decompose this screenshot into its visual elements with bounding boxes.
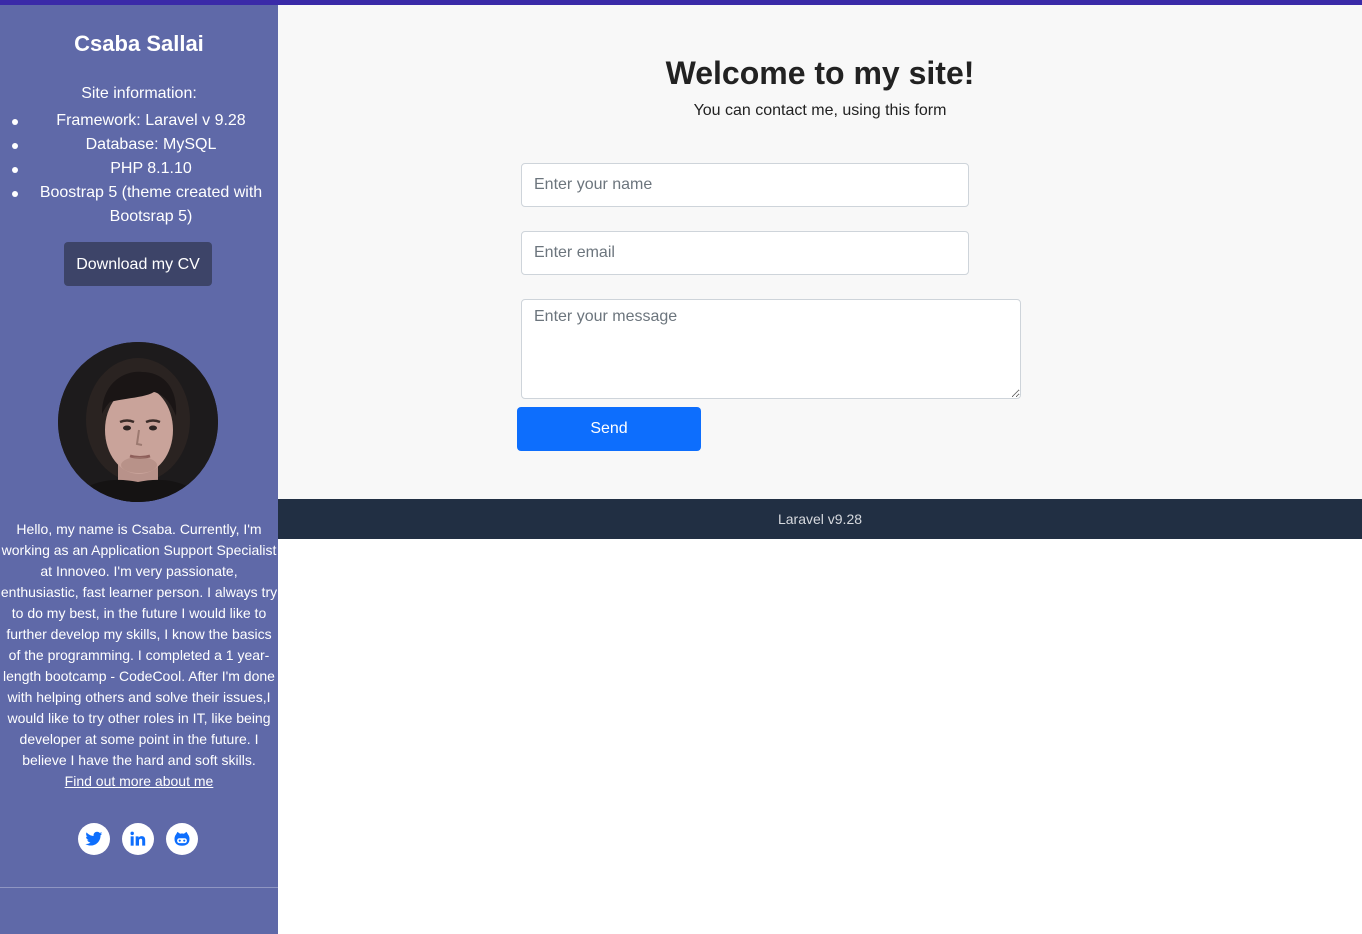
bio-text: Hello, my name is Csaba. Currently, I'm … [0,521,278,768]
send-button[interactable]: Send [517,407,701,451]
linkedin-icon [130,831,146,846]
email-input[interactable] [521,231,969,275]
twitter-icon [85,831,103,846]
site-info-item: Framework: Laravel v 9.28 [0,109,278,133]
page-subtitle: You can contact me, using this form [693,102,947,119]
site-info-item: Boostrap 5 (theme created with Bootsrap … [0,181,278,229]
twitter-link[interactable] [78,823,110,855]
name-input[interactable] [521,163,969,207]
site-info-item: Database: MySQL [0,133,278,157]
download-cv-button[interactable]: Download my CV [64,242,212,286]
sidebar-divider [0,887,278,888]
site-info-item: PHP 8.1.10 [0,157,278,181]
footer: Laravel v9.28 [278,499,1362,539]
profile-photo [58,342,218,502]
avatar [58,342,218,502]
bio-section: Hello, my name is Csaba. Currently, I'm … [0,519,278,792]
site-info-list: Framework: Laravel v 9.28 Database: MySQ… [0,109,278,229]
main-content: Welcome to my site! You can contact me, … [278,5,1362,499]
find-out-more-link[interactable]: Find out more about me [65,773,214,789]
social-links [0,823,278,855]
github-icon [174,831,190,846]
footer-text: Laravel v9.28 [777,511,863,527]
linkedin-link[interactable] [122,823,154,855]
site-info-heading: Site information: [81,85,197,102]
sidebar: Csaba Sallai Site information: Framework… [0,5,278,934]
github-link[interactable] [166,823,198,855]
page-title: Welcome to my site! [665,55,975,91]
message-textarea[interactable] [521,299,1021,399]
site-owner-name: Csaba Sallai [74,31,204,56]
